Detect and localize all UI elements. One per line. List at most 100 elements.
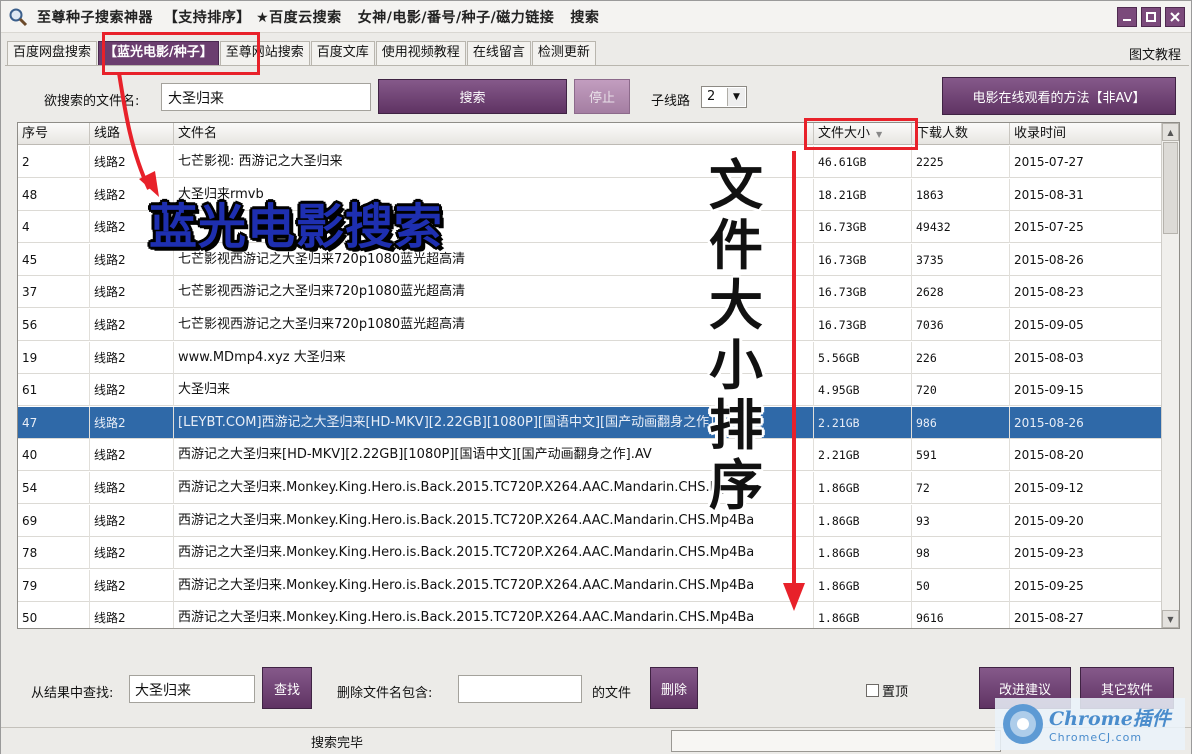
tab-baidu-wenku[interactable]: 百度文库 [310, 41, 375, 65]
cell-downloads: 226 [912, 341, 1010, 374]
annotation-filesize-sort: 文件大小排序 [709, 154, 763, 517]
chevron-down-icon[interactable]: ▼ [727, 88, 745, 106]
tab-video-tutorial[interactable]: 使用视频教程 [375, 41, 466, 65]
cell-filesize: 1.86GB [814, 569, 912, 602]
cell-filesize: 46.61GB [814, 146, 912, 178]
cell-route: 线路2 [90, 439, 174, 472]
close-icon[interactable] [1165, 7, 1185, 27]
table-row[interactable]: 54 线路2 西游记之大圣归来.Monkey.King.Hero.is.Back.2… [18, 472, 1161, 504]
cell-id: 37 [18, 276, 90, 309]
delete-suffix-label: 的文件 [592, 686, 632, 701]
cell-date: 2015-07-25 [1014, 220, 1084, 235]
table-row[interactable]: 69 线路2 西游记之大圣归来.Monkey.King.Hero.is.Back.2… [18, 504, 1161, 537]
cell-route: 线路2 [90, 374, 174, 407]
column-header-route[interactable]: 线路 [90, 123, 174, 145]
help-link[interactable]: 图文教程 [1129, 44, 1181, 63]
tab-baidu-pan[interactable]: 百度网盘搜索 [7, 41, 98, 65]
cell-filesize: 16.73GB [814, 276, 912, 309]
table-row[interactable]: 78 线路2 西游记之大圣归来.Monkey.King.Hero.is.Back.2… [18, 537, 1161, 570]
column-header-downloads[interactable]: 下载人数 [912, 123, 1010, 145]
highlight-box-filesize [804, 118, 918, 150]
tab-check-update[interactable]: 检测更新 [531, 41, 596, 65]
pin-checkbox[interactable]: 置顶 [866, 681, 908, 700]
table-row[interactable]: 56 线路2 七芒影视西游记之大圣归来720p1080蓝光超高清 16.73GB 703… [18, 309, 1161, 341]
cell-filesize: 2.21GB [814, 406, 912, 439]
pin-label: 置顶 [882, 685, 909, 700]
cell-filesize: 1.86GB [814, 504, 912, 537]
table-row[interactable]: 2 线路2 七芒影视: 西游记之大圣归来 46.61GB 2225 2015-07-27 [18, 146, 1161, 178]
cell-downloads: 72 [912, 472, 1010, 504]
magnifier-app-icon [7, 6, 29, 28]
cell-date: 2015-09-25 [1014, 578, 1084, 593]
chrome-plugin-logo-icon [1003, 704, 1043, 744]
cell-downloads: 9616 [912, 602, 1010, 628]
cell-id: 45 [18, 243, 90, 276]
watermark-main-text: Chrome插件 [1049, 708, 1171, 730]
cell-id: 78 [18, 537, 90, 570]
watermark: Chrome插件 ChromeCJ.com [995, 698, 1185, 750]
cell-filesize: 5.56GB [814, 341, 912, 374]
cell-route: 线路2 [90, 406, 174, 439]
scroll-down-icon[interactable]: ▼ [1162, 610, 1179, 628]
progress-bar [671, 730, 1001, 752]
cell-route: 线路2 [90, 276, 174, 309]
find-input[interactable]: 大圣归来 [129, 675, 255, 703]
table-row[interactable]: 19 线路2 www.MDmp4.xyz 大圣归来 5.56GB 226 2015-08-… [18, 341, 1161, 374]
annotation-bluray-search: 蓝光电影搜索 [149, 199, 444, 255]
search-input[interactable]: 大圣归来 [161, 83, 371, 111]
cell-date: 2015-07-27 [1014, 155, 1084, 169]
cell-filesize: 1.86GB [814, 537, 912, 570]
cell-filename: 西游记之大圣归来.Monkey.King.Hero.is.Back.2015.T… [174, 602, 814, 628]
cell-id: 2 [18, 146, 90, 178]
window-title: 至尊种子搜索神器 【支持排序】 ★百度云搜索 女神/电影/番号/种子/磁力链接 … [37, 9, 600, 26]
table-row[interactable]: 50 线路2 西游记之大圣归来.Monkey.King.Hero.is.Back.2… [18, 602, 1161, 628]
cell-id: 48 [18, 178, 90, 211]
table-row[interactable]: 47 线路2 [LEYBT.COM]西游记之大圣归来[HD-MKV][2.22GB]… [18, 406, 1161, 439]
sub-route-select[interactable]: 2 ▼ [701, 86, 747, 108]
column-header-filename[interactable]: 文件名 [174, 123, 814, 145]
stop-button[interactable]: 停止 [574, 79, 630, 114]
cell-downloads: 7036 [912, 309, 1010, 341]
cell-date: 2015-09-12 [1014, 481, 1084, 495]
cell-id: 4 [18, 211, 90, 244]
tab-strip: 百度网盘搜索 【蓝光电影/种子】 至尊网站搜索 百度文库 使用视频教程 在线留言… [7, 41, 597, 65]
table-row[interactable]: 40 线路2 西游记之大圣归来[HD-MKV][2.22GB][1080P][国语中… [18, 439, 1161, 472]
cell-date: 2015-09-20 [1014, 513, 1084, 528]
cell-filesize: 1.86GB [814, 602, 912, 628]
cell-downloads: 49432 [912, 211, 1010, 244]
cell-downloads: 98 [912, 537, 1010, 570]
delete-filter-input[interactable] [458, 675, 582, 703]
cell-id: 40 [18, 439, 90, 472]
maximize-icon[interactable] [1141, 7, 1161, 27]
status-text: 搜索完毕 [311, 736, 364, 751]
minimize-icon[interactable] [1117, 7, 1137, 27]
app-window: 至尊种子搜索神器 【支持排序】 ★百度云搜索 女神/电影/番号/种子/磁力链接 … [0, 0, 1192, 754]
scroll-up-icon[interactable]: ▲ [1162, 123, 1179, 141]
cell-id: 61 [18, 374, 90, 407]
delete-button[interactable]: 删除 [650, 667, 698, 709]
search-label: 欲搜索的文件名: [44, 94, 140, 109]
column-header-id[interactable]: 序号 [18, 123, 90, 145]
vertical-scrollbar[interactable]: ▲ ▼ [1161, 123, 1179, 628]
table-header: 序号 线路 文件名 文件大小 ▼ 下载人数 收录时间 [18, 123, 1161, 145]
table-row[interactable]: 37 线路2 七芒影视西游记之大圣归来720p1080蓝光超高清 16.73GB 262… [18, 276, 1161, 309]
cell-date: 2015-08-31 [1014, 187, 1084, 202]
tab-online-message[interactable]: 在线留言 [466, 41, 531, 65]
table-row[interactable]: 61 线路2 大圣归来 4.95GB 720 2015-09-15 [18, 374, 1161, 407]
search-button[interactable]: 搜索 [378, 79, 567, 114]
delete-label: 删除文件名包含: [337, 686, 433, 701]
cell-id: 54 [18, 472, 90, 504]
watch-online-button[interactable]: 电影在线观看的方法【非AV】 [942, 77, 1176, 115]
checkbox-icon[interactable] [866, 684, 879, 697]
cell-id: 50 [18, 602, 90, 628]
find-button[interactable]: 查找 [262, 667, 312, 709]
cell-date: 2015-09-23 [1014, 546, 1084, 561]
cell-id: 69 [18, 504, 90, 537]
table-row[interactable]: 79 线路2 西游记之大圣归来.Monkey.King.Hero.is.Back.2… [18, 569, 1161, 602]
cell-route: 线路2 [90, 146, 174, 178]
cell-filesize: 16.73GB [814, 309, 912, 341]
scroll-thumb[interactable] [1163, 142, 1178, 234]
column-header-date[interactable]: 收录时间 [1010, 123, 1161, 145]
cell-filename: 西游记之大圣归来.Monkey.King.Hero.is.Back.2015.T… [174, 537, 814, 570]
cell-id: 19 [18, 341, 90, 374]
